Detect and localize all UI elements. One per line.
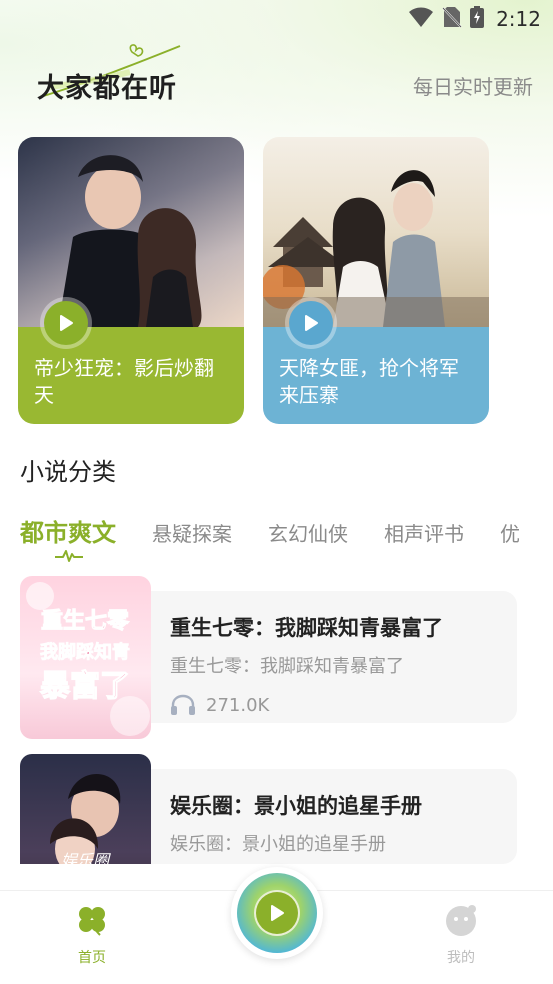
featured-card-1[interactable]: 帝少狂宠：影后炒翻天: [18, 137, 244, 424]
status-bar: 2:12: [408, 4, 541, 34]
nav-mine[interactable]: 我的: [421, 903, 501, 967]
tab-mystery[interactable]: 悬疑探案: [152, 518, 232, 547]
now-playing-play-button[interactable]: [254, 890, 300, 936]
headphones-icon: [171, 694, 195, 715]
tab-fantasy[interactable]: 玄幻仙侠: [268, 518, 348, 547]
category-tabs: 都市爽文 悬疑探案 玄幻仙侠 相声评书 优: [20, 513, 553, 549]
list-item[interactable]: 娱乐圈 娱乐圈：景小姐的追星手册 娱乐圈：景小姐的追星手册: [20, 754, 517, 864]
featured-cover-2: [263, 137, 489, 327]
book-subtitle: 娱乐圈：景小姐的追星手册: [170, 834, 386, 855]
now-playing-disc[interactable]: [231, 867, 323, 959]
featured-title-2: 天降女匪，抢个将军来压寨: [279, 356, 459, 407]
tab-more[interactable]: 优: [500, 518, 520, 547]
battery-charging-icon: [470, 6, 485, 32]
featured-play-button-1[interactable]: [40, 297, 92, 349]
section-title: 小说分类: [20, 458, 116, 486]
book-title: 娱乐圈：景小姐的追星手册: [170, 794, 422, 818]
nav-home-label: 首页: [78, 950, 106, 966]
tab-active-indicator: [55, 550, 83, 562]
cover-text-3: 暴富了: [40, 669, 130, 704]
update-note: 每日实时更新: [413, 75, 533, 99]
clock: 2:12: [496, 7, 541, 31]
play-count: 271.0K: [170, 694, 269, 716]
profile-face-icon: [446, 905, 476, 936]
book-subtitle: 重生七零：我脚踩知青暴富了: [170, 656, 404, 677]
featured-title-1: 帝少狂宠：影后炒翻天: [34, 356, 214, 407]
nav-mine-label: 我的: [447, 950, 475, 966]
featured-play-button-2[interactable]: [285, 297, 337, 349]
book-cover: 重生七零 我脚踩知青 暴富了: [20, 576, 151, 739]
page-title: 大家都在听: [37, 73, 177, 104]
nav-home[interactable]: 首页: [52, 903, 132, 967]
featured-card-2[interactable]: 天降女匪，抢个将军来压寨: [263, 137, 489, 424]
cover-text-1: 重生七零: [41, 609, 130, 634]
play-icon: [60, 315, 73, 331]
book-title: 重生七零：我脚踩知青暴富了: [170, 616, 443, 640]
list-item[interactable]: 重生七零 我脚踩知青 暴富了 重生七零：我脚踩知青暴富了 重生七零：我脚踩知青暴…: [20, 576, 517, 739]
no-sim-icon: [442, 6, 462, 32]
play-count-value: 271.0K: [206, 694, 270, 716]
play-icon: [305, 315, 318, 331]
tab-crosstalk[interactable]: 相声评书: [384, 518, 464, 547]
wifi-icon: [408, 6, 434, 32]
cover-text-1: 娱乐圈: [61, 851, 111, 864]
tab-urban[interactable]: 都市爽文: [20, 513, 116, 548]
play-icon: [271, 905, 284, 921]
now-playing-cover: [237, 873, 317, 953]
featured-cover-1: [18, 137, 244, 327]
cover-text-2: 我脚踩知青: [40, 641, 130, 663]
book-cover: 娱乐圈: [20, 754, 151, 864]
clover-icon: [79, 907, 105, 936]
